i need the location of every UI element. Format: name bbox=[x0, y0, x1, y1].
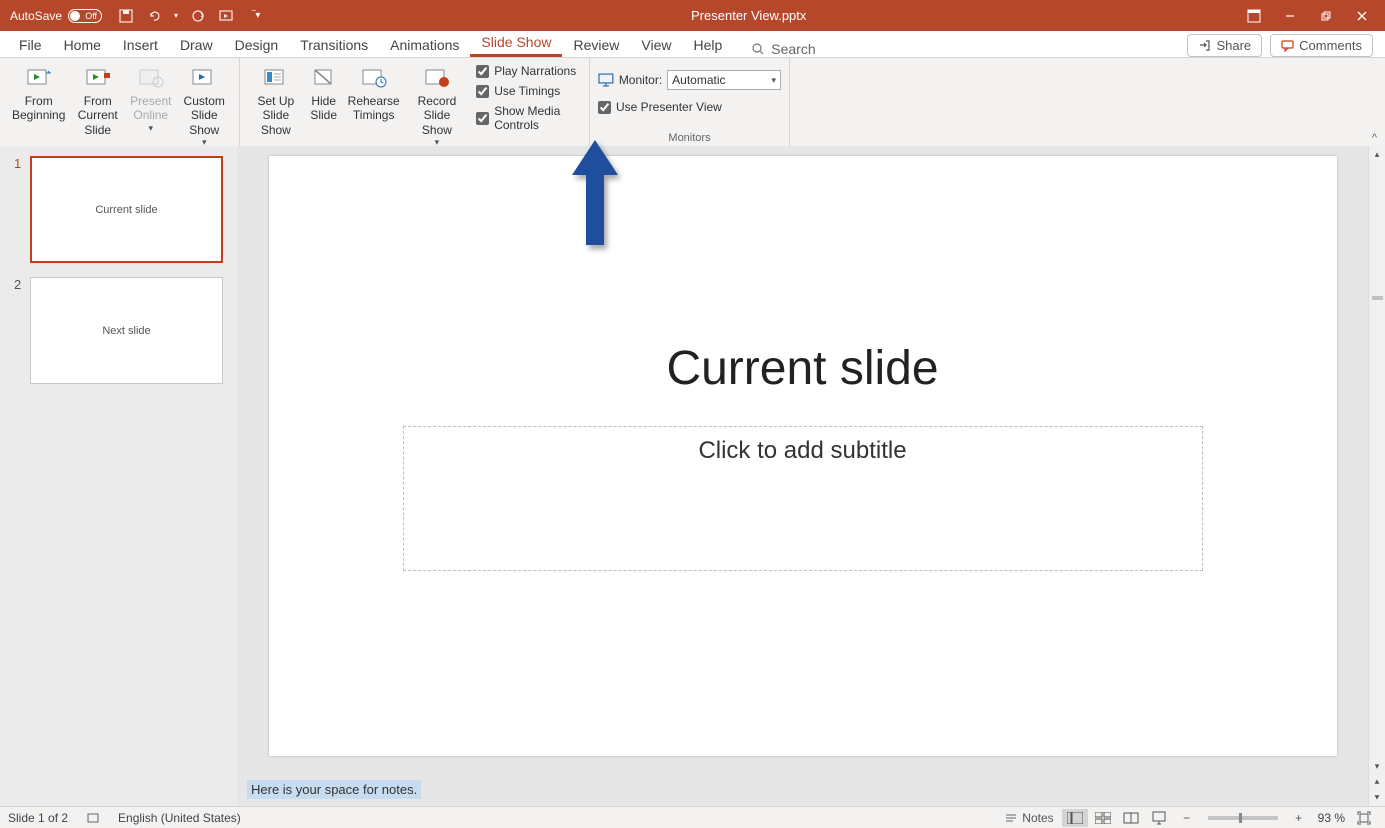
thumbnail-2[interactable]: Next slide bbox=[30, 277, 223, 384]
search-icon bbox=[751, 42, 765, 56]
slide-canvas[interactable]: Current slide Click to add subtitle bbox=[269, 156, 1337, 756]
restore-icon[interactable] bbox=[1309, 0, 1343, 31]
scroll-handle[interactable] bbox=[1372, 296, 1383, 300]
zoom-percent[interactable]: 93 % bbox=[1314, 811, 1349, 825]
workspace: 1 Current slide 2 Next slide Current sli… bbox=[0, 146, 1385, 806]
play-narrations-checkbox[interactable]: Play Narrations bbox=[476, 62, 581, 80]
tab-insert[interactable]: Insert bbox=[112, 32, 169, 57]
next-slide-icon[interactable]: ⯆ bbox=[1369, 790, 1385, 806]
scroll-down-icon[interactable]: ▾ bbox=[1369, 758, 1385, 774]
slide-sorter-icon[interactable] bbox=[1090, 809, 1116, 827]
zoom-slider[interactable] bbox=[1208, 816, 1278, 820]
custom-show-button[interactable]: Custom Slide Show▾ bbox=[177, 62, 231, 150]
share-icon bbox=[1198, 39, 1211, 52]
notes-text[interactable]: Here is your space for notes. bbox=[247, 780, 421, 799]
tab-slide-show[interactable]: Slide Show bbox=[470, 29, 562, 57]
thumb-row-2[interactable]: 2 Next slide bbox=[14, 277, 223, 384]
from-current-button[interactable]: From Current Slide bbox=[71, 62, 124, 150]
undo-dropdown-icon[interactable]: ▾ bbox=[174, 11, 178, 20]
search-box[interactable]: Search bbox=[751, 41, 815, 57]
ribbon-tabs: File Home Insert Draw Design Transitions… bbox=[0, 31, 1385, 58]
slide-title-text[interactable]: Current slide bbox=[666, 341, 938, 396]
share-button[interactable]: Share bbox=[1187, 34, 1262, 57]
show-media-checkbox[interactable]: Show Media Controls bbox=[476, 102, 581, 134]
window-title: Presenter View.pptx bbox=[260, 8, 1237, 23]
tab-review[interactable]: Review bbox=[562, 32, 630, 57]
start-from-beginning-icon[interactable] bbox=[218, 8, 234, 24]
title-bar: AutoSave Off ▾ ‾▾ Presenter View.pptx bbox=[0, 0, 1385, 31]
minimize-icon[interactable] bbox=[1273, 0, 1307, 31]
vertical-scrollbar[interactable]: ▴ ▾ ⯅ ⯆ bbox=[1368, 146, 1385, 806]
normal-view-icon[interactable] bbox=[1062, 809, 1088, 827]
thumbnail-1[interactable]: Current slide bbox=[30, 156, 223, 263]
monitor-icon bbox=[598, 73, 614, 87]
zoom-in-icon[interactable]: + bbox=[1286, 809, 1312, 827]
rehearse-icon bbox=[360, 64, 388, 92]
tab-view[interactable]: View bbox=[630, 32, 682, 57]
tab-file[interactable]: File bbox=[8, 32, 53, 57]
tab-help[interactable]: Help bbox=[682, 32, 733, 57]
slide-thumbnails-panel[interactable]: 1 Current slide 2 Next slide bbox=[0, 146, 237, 806]
zoom-out-icon[interactable]: − bbox=[1174, 809, 1200, 827]
notes-pane[interactable]: Here is your space for notes. bbox=[237, 776, 1368, 806]
rehearse-timings-button[interactable]: Rehearse Timings bbox=[344, 62, 404, 125]
tab-animations[interactable]: Animations bbox=[379, 32, 470, 57]
canvas-area: Current slide Click to add subtitle bbox=[237, 146, 1368, 776]
comments-button[interactable]: Comments bbox=[1270, 34, 1373, 57]
record-icon bbox=[423, 64, 451, 92]
notes-toggle[interactable]: Notes bbox=[998, 809, 1059, 827]
from-current-icon bbox=[84, 64, 112, 92]
scroll-up-icon[interactable]: ▴ bbox=[1369, 146, 1385, 162]
slideshow-view-icon[interactable] bbox=[1146, 809, 1172, 827]
save-icon[interactable] bbox=[118, 8, 134, 24]
slide-subtitle-placeholder[interactable]: Click to add subtitle bbox=[403, 426, 1203, 571]
fit-to-window-icon[interactable] bbox=[1351, 809, 1377, 827]
close-icon[interactable] bbox=[1345, 0, 1379, 31]
tab-design[interactable]: Design bbox=[224, 32, 290, 57]
ribbon-display-icon[interactable] bbox=[1237, 0, 1271, 31]
repeat-icon[interactable] bbox=[190, 8, 206, 24]
chevron-down-icon: ▾ bbox=[771, 75, 776, 86]
autosave-state: Off bbox=[85, 11, 97, 21]
autosave-label: AutoSave bbox=[10, 9, 62, 23]
ribbon: From Beginning From Current Slide Presen… bbox=[0, 58, 1385, 146]
qat-customize-icon[interactable]: ‾▾ bbox=[252, 10, 260, 21]
monitor-label: Monitor: bbox=[619, 73, 662, 87]
hide-slide-button[interactable]: Hide Slide bbox=[306, 62, 342, 125]
from-beginning-icon bbox=[25, 64, 53, 92]
setup-slideshow-button[interactable]: Set Up Slide Show bbox=[248, 62, 304, 139]
present-online-icon bbox=[137, 64, 165, 92]
thumb-row-1[interactable]: 1 Current slide bbox=[14, 156, 223, 263]
monitor-select[interactable]: Automatic ▾ bbox=[667, 70, 781, 90]
slide-counter[interactable]: Slide 1 of 2 bbox=[8, 811, 68, 825]
setup-icon bbox=[262, 64, 290, 92]
status-bar: Slide 1 of 2 English (United States) Not… bbox=[0, 806, 1385, 828]
comments-icon bbox=[1281, 39, 1294, 52]
autosave-toggle[interactable]: AutoSave Off bbox=[10, 9, 102, 23]
from-beginning-button[interactable]: From Beginning bbox=[8, 62, 69, 150]
use-presenter-view-checkbox[interactable]: Use Presenter View bbox=[598, 98, 781, 116]
language-status[interactable]: English (United States) bbox=[118, 811, 241, 825]
present-online-button: Present Online▾ bbox=[126, 62, 175, 150]
search-placeholder: Search bbox=[771, 41, 815, 57]
custom-show-icon bbox=[190, 64, 218, 92]
accessibility-icon[interactable] bbox=[86, 811, 100, 825]
use-timings-checkbox[interactable]: Use Timings bbox=[476, 82, 581, 100]
prev-slide-icon[interactable]: ⯅ bbox=[1369, 774, 1385, 790]
record-slideshow-button[interactable]: Record Slide Show▾ bbox=[406, 62, 469, 150]
reading-view-icon[interactable] bbox=[1118, 809, 1144, 827]
group-label-monitors: Monitors bbox=[598, 131, 781, 145]
tab-home[interactable]: Home bbox=[53, 32, 112, 57]
undo-icon[interactable] bbox=[146, 8, 162, 24]
collapse-ribbon-icon[interactable]: ^ bbox=[1372, 132, 1377, 144]
hide-slide-icon bbox=[310, 64, 338, 92]
tab-transitions[interactable]: Transitions bbox=[289, 32, 379, 57]
tab-draw[interactable]: Draw bbox=[169, 32, 224, 57]
